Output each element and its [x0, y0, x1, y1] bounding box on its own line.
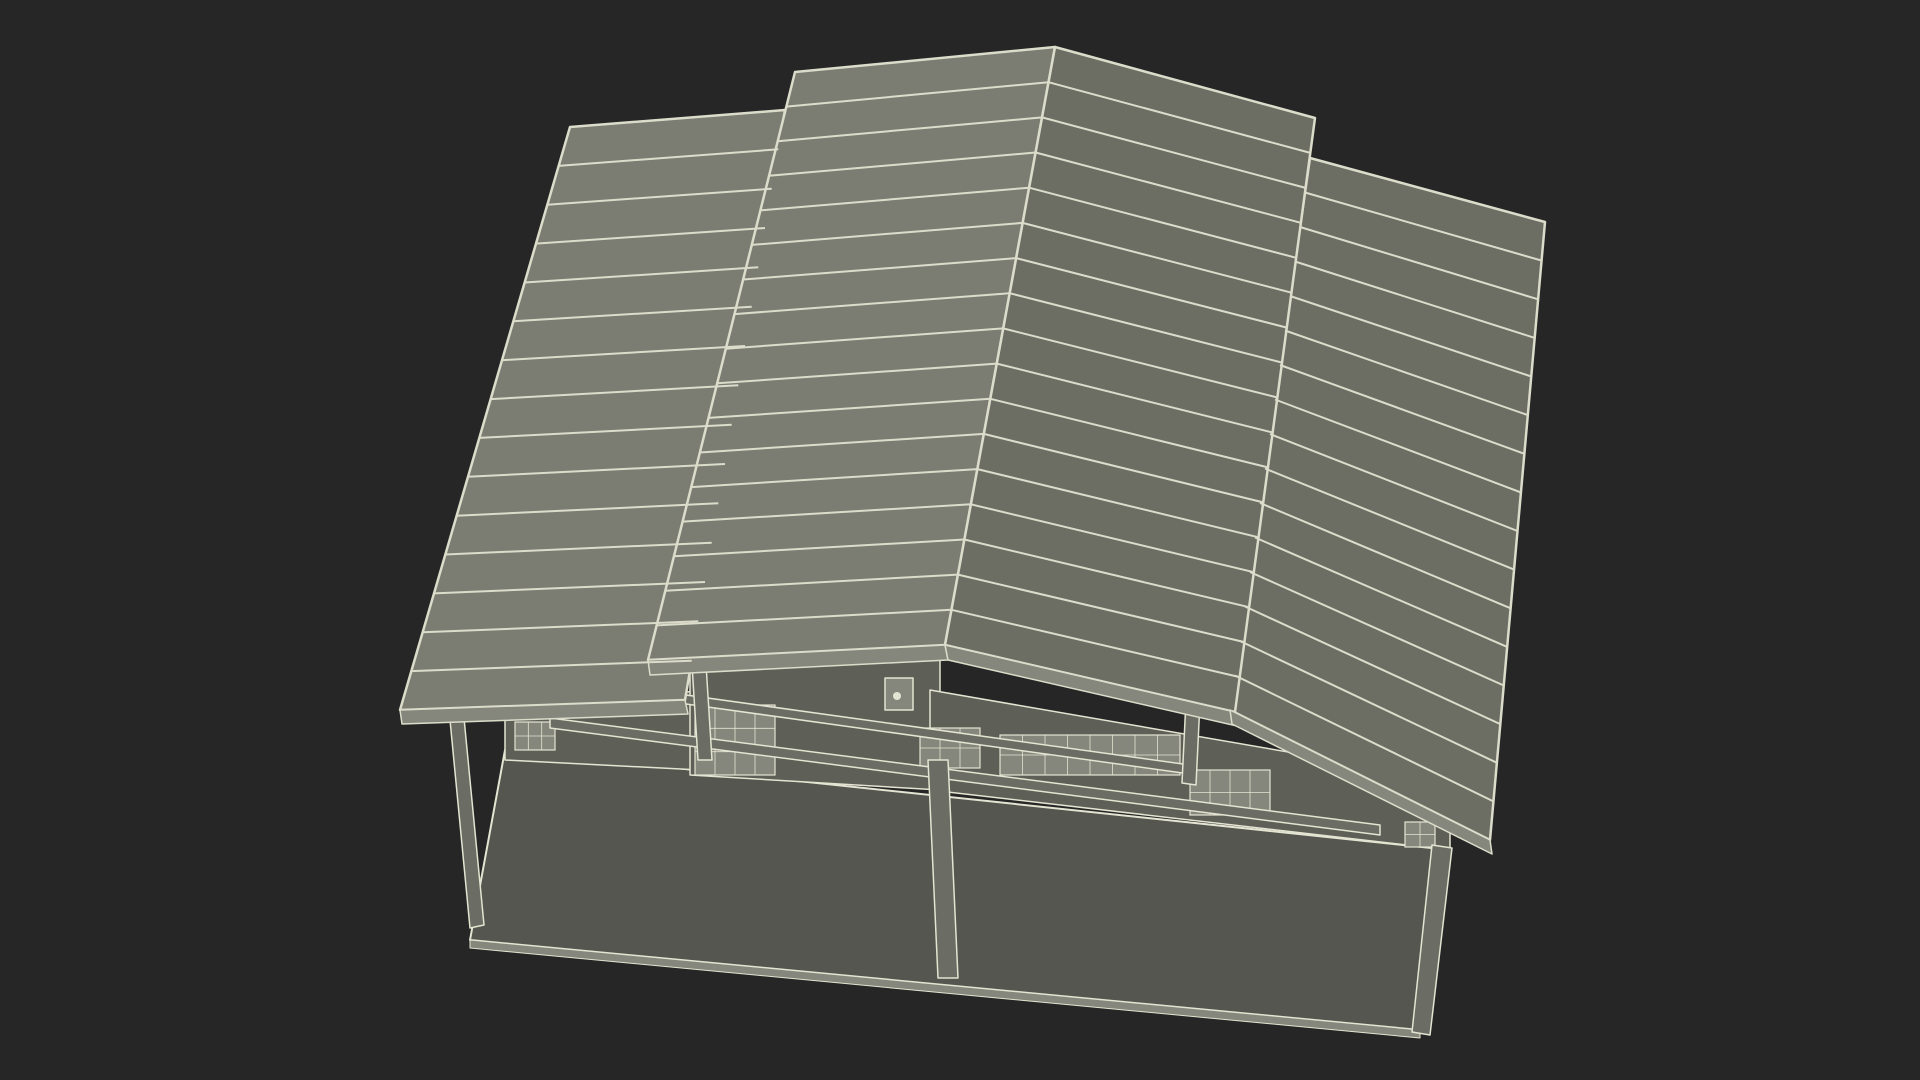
- wall-grid-panel: [514, 721, 556, 751]
- shelter-wireframe-render: [0, 0, 1920, 1080]
- wall-grid-panel: [1404, 821, 1436, 848]
- render-viewport: [0, 0, 1920, 1080]
- door-knob: [893, 692, 901, 700]
